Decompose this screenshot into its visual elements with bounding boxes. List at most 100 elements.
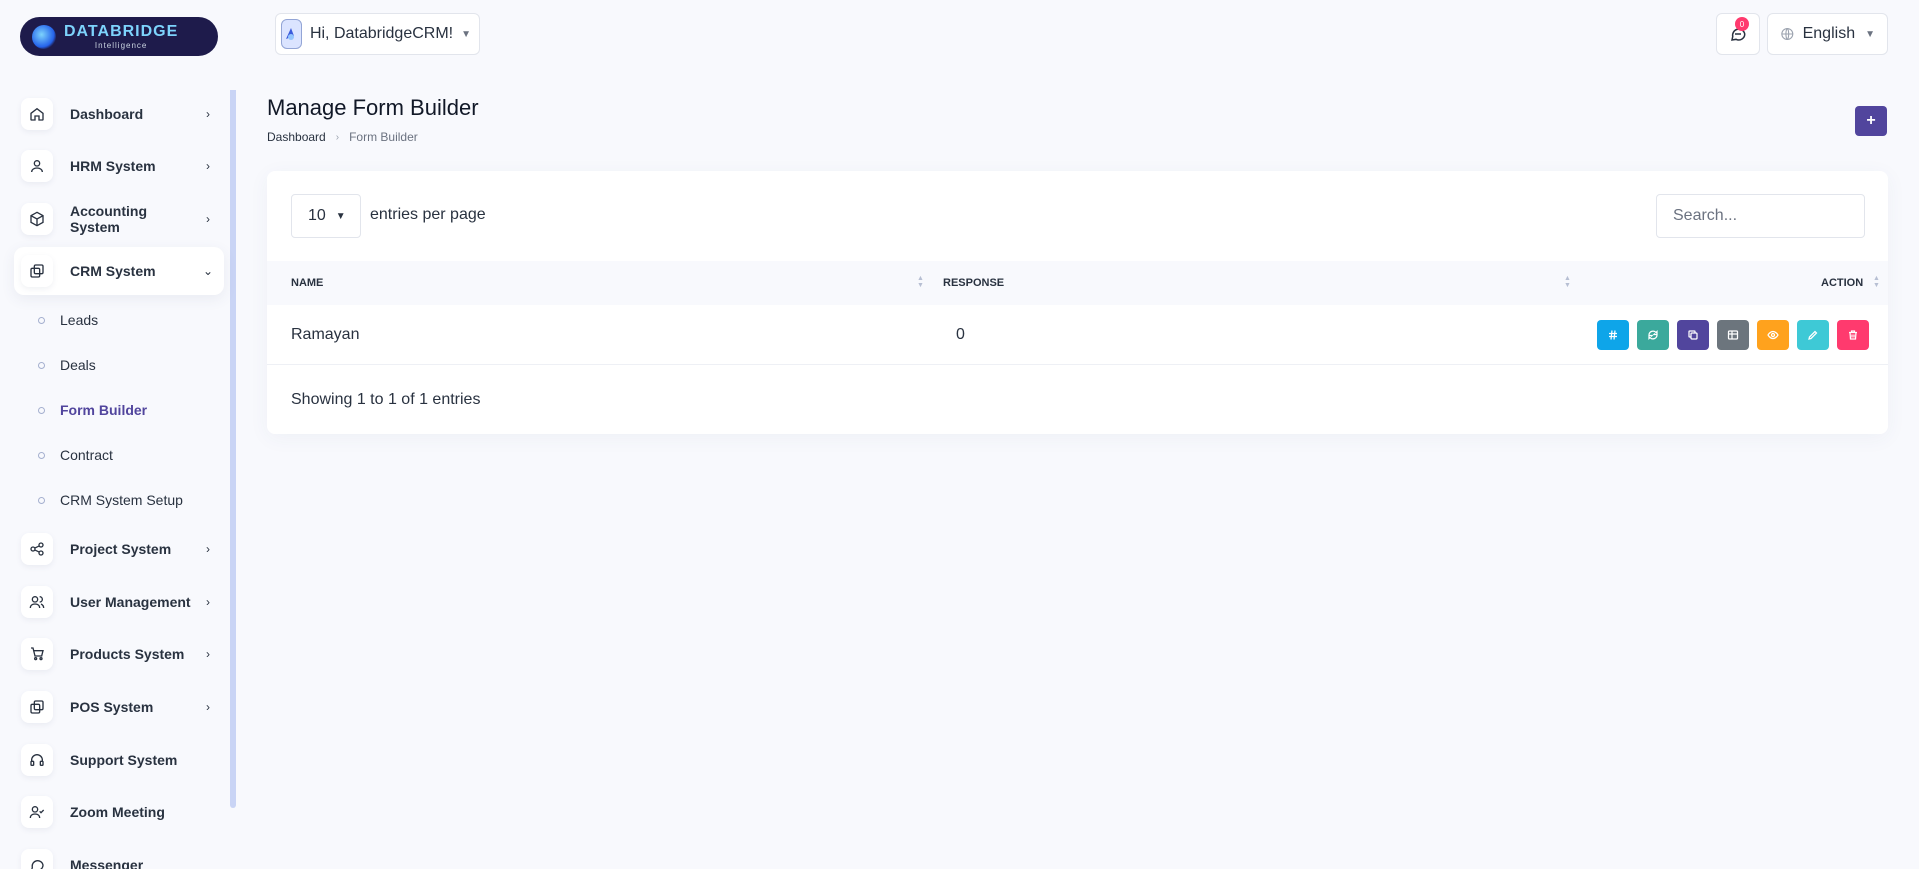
sidebar-item-label: Zoom Meeting <box>70 804 165 820</box>
share-icon <box>21 533 53 565</box>
sidebar-subitem-label: Leads <box>60 312 99 328</box>
cart-icon <box>21 638 53 670</box>
sidebar-item-label: User Management <box>70 594 191 610</box>
language-selector[interactable]: English ▼ <box>1767 13 1888 55</box>
hash-icon <box>1609 330 1617 340</box>
sidebar-subitem-leads[interactable]: Leads <box>38 310 98 330</box>
notification-count-badge: 0 <box>1735 17 1749 31</box>
brand-tagline: Intelligence <box>94 40 148 50</box>
home-icon <box>21 98 53 130</box>
sort-icon[interactable]: ▲ ▼ <box>1873 275 1880 289</box>
sidebar-subitem-deals[interactable]: Deals <box>38 355 96 375</box>
bullet-icon <box>38 451 45 459</box>
breadcrumb-home-link[interactable]: Dashboard <box>267 130 326 144</box>
avatar <box>281 19 302 49</box>
chevron-down-icon: ▼ <box>1865 28 1875 40</box>
sidebar: Dashboard › HRM System › Accounting Syst… <box>0 90 240 869</box>
sidebar-subitem-contract[interactable]: Contract <box>38 445 113 465</box>
sort-icon[interactable]: ▲ ▼ <box>1564 275 1571 289</box>
box-icon <box>21 203 53 235</box>
table-header: NAME ▲ ▼ RESPONSE ▲ ▼ ACTION ▲ ▼ <box>267 261 1888 305</box>
trash-icon <box>1849 330 1857 340</box>
bullet-icon <box>38 496 45 504</box>
breadcrumb: Dashboard › Form Builder <box>267 130 418 144</box>
brand-logo[interactable]: DATABRIDGE Intelligence <box>20 17 218 56</box>
sidebar-item-label: HRM System <box>70 158 156 174</box>
refresh-icon <box>1648 329 1658 341</box>
hash-button[interactable] <box>1597 320 1629 350</box>
user-greeting: Hi, DatabridgeCRM! <box>309 25 454 42</box>
bullet-icon <box>38 316 45 324</box>
chevron-down-icon: ▼ <box>461 28 471 40</box>
logo-mark-icon <box>32 24 56 49</box>
sort-icon[interactable]: ▲ ▼ <box>917 275 924 289</box>
bullet-icon <box>38 361 45 369</box>
sidebar-item-products-system[interactable]: Products System › <box>14 630 224 678</box>
delete-button[interactable] <box>1837 320 1869 350</box>
sidebar-scrollbar[interactable] <box>230 90 236 808</box>
notifications-button[interactable]: 0 <box>1716 13 1760 55</box>
view-button[interactable] <box>1757 320 1789 350</box>
user-menu-button[interactable]: Hi, DatabridgeCRM! ▼ <box>275 13 480 55</box>
avatar-icon <box>286 28 295 40</box>
breadcrumb-current: Form Builder <box>349 130 418 144</box>
entries-per-page-label: entries per page <box>370 206 486 223</box>
headset-icon <box>21 744 53 776</box>
brand-text: DATABRIDGE Intelligence <box>64 22 179 50</box>
edit-button[interactable] <box>1797 320 1829 350</box>
view-responses-button[interactable] <box>1717 320 1749 350</box>
table-icon <box>1727 330 1739 340</box>
duplicate-button[interactable] <box>1677 320 1709 350</box>
page-title: Manage Form Builder <box>267 95 479 120</box>
convert-button[interactable] <box>1637 320 1669 350</box>
sidebar-item-hrm-system[interactable]: HRM System › <box>14 142 224 190</box>
sidebar-item-label: Support System <box>70 752 178 768</box>
users-icon <box>21 586 53 618</box>
user-check-icon <box>21 796 53 828</box>
sidebar-item-label: Accounting System <box>70 203 147 235</box>
column-header-action[interactable]: ACTION <box>1821 261 1863 305</box>
sidebar-subitem-crm-system-setup[interactable]: CRM System Setup <box>38 490 183 510</box>
sidebar-item-label: Project System <box>70 541 172 557</box>
sidebar-item-label: Dashboard <box>70 106 144 122</box>
sidebar-item-crm-system[interactable]: CRM System ⌄ <box>14 247 224 295</box>
column-header-response[interactable]: RESPONSE <box>943 261 1004 305</box>
sidebar-item-project-system[interactable]: Project System › <box>14 525 224 573</box>
language-label: English <box>1802 25 1856 42</box>
bullet-icon <box>38 406 45 414</box>
search-input[interactable] <box>1656 194 1865 238</box>
entries-per-page-select[interactable]: 10 ▼ <box>291 194 361 238</box>
sidebar-item-support-system[interactable]: Support System <box>14 736 224 784</box>
sidebar-item-messenger[interactable]: Messenger <box>14 841 224 869</box>
sidebar-item-pos-system[interactable]: POS System › <box>14 683 224 731</box>
add-form-button[interactable]: + <box>1855 106 1887 136</box>
entries-per-page-value: 10 <box>308 207 326 224</box>
chevron-right-icon: › <box>335 131 340 143</box>
chevron-right-icon: › <box>206 700 210 714</box>
chevron-right-icon: › <box>206 212 210 226</box>
copy-icon <box>1688 330 1698 340</box>
sidebar-item-user-management[interactable]: User Management › <box>14 578 224 626</box>
chevron-right-icon: › <box>206 647 210 661</box>
layers-icon <box>21 255 53 287</box>
sidebar-item-label: CRM System <box>70 263 156 279</box>
sidebar-subitem-label: Form Builder <box>60 402 148 418</box>
user-icon <box>21 150 53 182</box>
sidebar-subitem-form-builder[interactable]: Form Builder <box>38 400 147 420</box>
sidebar-item-dashboard[interactable]: Dashboard › <box>14 90 224 138</box>
chevron-right-icon: › <box>206 107 210 121</box>
column-header-name[interactable]: NAME <box>291 261 323 305</box>
sidebar-item-accounting-system[interactable]: Accounting System › <box>14 195 224 243</box>
cell-name: Ramayan <box>291 326 360 343</box>
sidebar-item-label: POS System <box>70 699 154 715</box>
brand-name: DATABRIDGE <box>64 22 179 40</box>
sidebar-item-zoom-meeting[interactable]: Zoom Meeting <box>14 788 224 836</box>
eye-icon <box>1767 330 1779 340</box>
form-builder-table-card: 10 ▼ entries per page NAME ▲▼ RESPONSE ▲… <box>267 171 1888 434</box>
message-icon <box>21 849 53 869</box>
chevron-down-icon: ⌄ <box>202 264 214 278</box>
chevron-right-icon: › <box>206 159 210 173</box>
sidebar-subitem-label: Deals <box>60 357 96 373</box>
table-info: Showing 1 to 1 of 1 entries <box>291 391 481 408</box>
chevron-right-icon: › <box>206 595 210 609</box>
